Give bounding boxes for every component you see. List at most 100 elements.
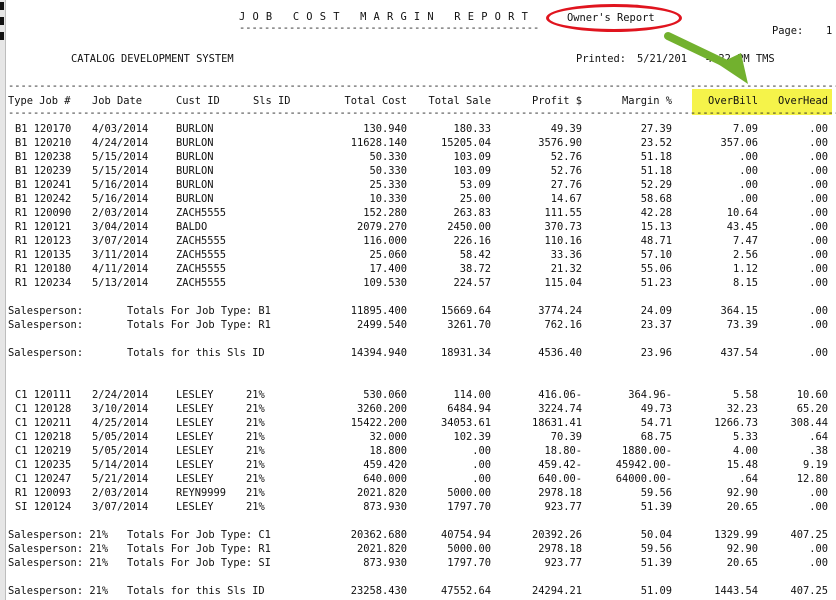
cell-total-sale: 47552.64 [440,585,491,597]
cell-type-job: R1 120123 [15,235,72,247]
cell-total-sale: 5000.00 [447,487,491,499]
cell-margin: 64000.00- [615,473,672,485]
cell-total-sale: 34053.61 [440,417,491,429]
header-rule-bottom: ----------------------------------------… [8,107,836,119]
cell-cust-id: ZACH5555 [176,277,227,289]
cell-total-cost: 11895.400 [350,305,407,317]
cell-cust-id: LESLEY [176,459,214,471]
cell-margin: 54.71 [640,417,672,429]
cell-profit: 18.80- [544,445,582,457]
cell-margin: 48.71 [640,235,672,247]
cell-overbill: 1443.54 [714,585,758,597]
cell-type-job: C1 120211 [15,417,72,429]
cell-overbill: 92.90 [726,543,758,555]
cell-margin: 51.18 [640,151,672,163]
cell-job-date: 5/05/2014 [92,431,149,443]
cell-total-cost: 130.940 [363,123,407,135]
col-total-cost: Total Cost [344,95,407,107]
cell-total-cost: 50.330 [369,165,407,177]
cell-overhead: .00 [809,263,828,275]
cell-total-cost: 116.000 [363,235,407,247]
cell-total-cost: 530.060 [363,389,407,401]
cell-total-cost: 17.400 [369,263,407,275]
cell-type-job: R1 120234 [15,277,72,289]
cell-overhead: .00 [809,249,828,261]
cell-overhead: 12.80 [796,473,828,485]
cell-type-job: R1 120090 [15,207,72,219]
cell-total-cost: 18.800 [369,445,407,457]
cell-overbill: 10.64 [726,207,758,219]
cell-profit: 52.76 [550,165,582,177]
cell-margin: 51.39 [640,557,672,569]
cell-overhead: 407.25 [790,529,828,541]
cell-profit: 416.06- [538,389,582,401]
cell-overbill: 1266.73 [714,417,758,429]
cell-type-job: B1 120242 [15,193,72,205]
cell-profit: 52.76 [550,151,582,163]
cell-profit: 3774.24 [538,305,582,317]
cell-totals-label: Totals for this Sls ID [127,347,265,359]
cell-cust-id: LESLEY [176,445,214,457]
cell-overbill: 73.39 [726,319,758,331]
cell-profit: 459.42- [538,459,582,471]
col-cust-id: Cust ID [176,95,220,107]
cell-profit: 20392.26 [531,529,582,541]
cell-margin: 55.06 [640,263,672,275]
cell-margin: 23.96 [640,347,672,359]
cell-total-sale: .00 [472,473,491,485]
cell-total-cost: 640.000 [363,473,407,485]
cell-profit: 4536.40 [538,347,582,359]
cell-total-cost: 2021.820 [356,487,407,499]
cell-job-date: 4/24/2014 [92,137,149,149]
cell-overbill: 1329.99 [714,529,758,541]
cell-overhead: .00 [809,319,828,331]
cell-margin: 49.73 [640,403,672,415]
cell-salesperson: Salesperson: 21% [8,585,109,597]
cell-margin: 50.04 [640,529,672,541]
cell-total-sale: 224.57 [453,277,491,289]
cell-overhead: .00 [809,137,828,149]
cell-sls-id: 21% [246,473,265,485]
cell-total-sale: 15669.64 [440,305,491,317]
cell-margin: 1880.00- [621,445,672,457]
cell-total-cost: 2021.820 [356,543,407,555]
cell-cust-id: LESLEY [176,403,214,415]
cell-profit: 70.39 [550,431,582,443]
cell-salesperson: Salesperson: [8,305,84,317]
cell-sls-id: 21% [246,459,265,471]
cell-overhead: .38 [809,445,828,457]
cell-overhead: .00 [809,151,828,163]
cell-profit: 111.55 [544,207,582,219]
col-margin: Margin % [621,95,672,107]
cell-profit: 24294.21 [531,585,582,597]
cell-profit: 18631.41 [531,417,582,429]
cell-totals-label: Totals For Job Type: B1 [127,305,271,317]
cell-total-sale: 38.72 [459,263,491,275]
cell-total-cost: 2499.540 [356,319,407,331]
cell-overhead: .64 [809,431,828,443]
cell-profit: 762.16 [544,319,582,331]
cell-overhead: .00 [809,165,828,177]
cell-total-cost: 459.420 [363,459,407,471]
cell-job-date: 5/13/2014 [92,277,149,289]
cell-total-sale: 40754.94 [440,529,491,541]
cell-job-date: 5/15/2014 [92,165,149,177]
cell-type-job: R1 120121 [15,221,72,233]
cell-job-date: 5/21/2014 [92,473,149,485]
cell-overhead: .00 [809,207,828,219]
cell-margin: 59.56 [640,487,672,499]
cell-profit: 110.16 [544,235,582,247]
cell-margin: 15.13 [640,221,672,233]
cell-job-date: 5/14/2014 [92,459,149,471]
col-sls-id: Sls ID [253,95,291,107]
cell-overbill: 32.23 [726,403,758,415]
cell-margin: 364.96- [628,389,672,401]
cell-margin: 51.09 [640,585,672,597]
cell-sls-id: 21% [246,403,265,415]
cell-total-cost: 23258.430 [350,585,407,597]
cell-overhead: 407.25 [790,585,828,597]
cell-job-date: 5/15/2014 [92,151,149,163]
cell-job-date: 3/10/2014 [92,403,149,415]
cell-profit: 2978.18 [538,543,582,555]
cell-type-job: B1 120170 [15,123,72,135]
